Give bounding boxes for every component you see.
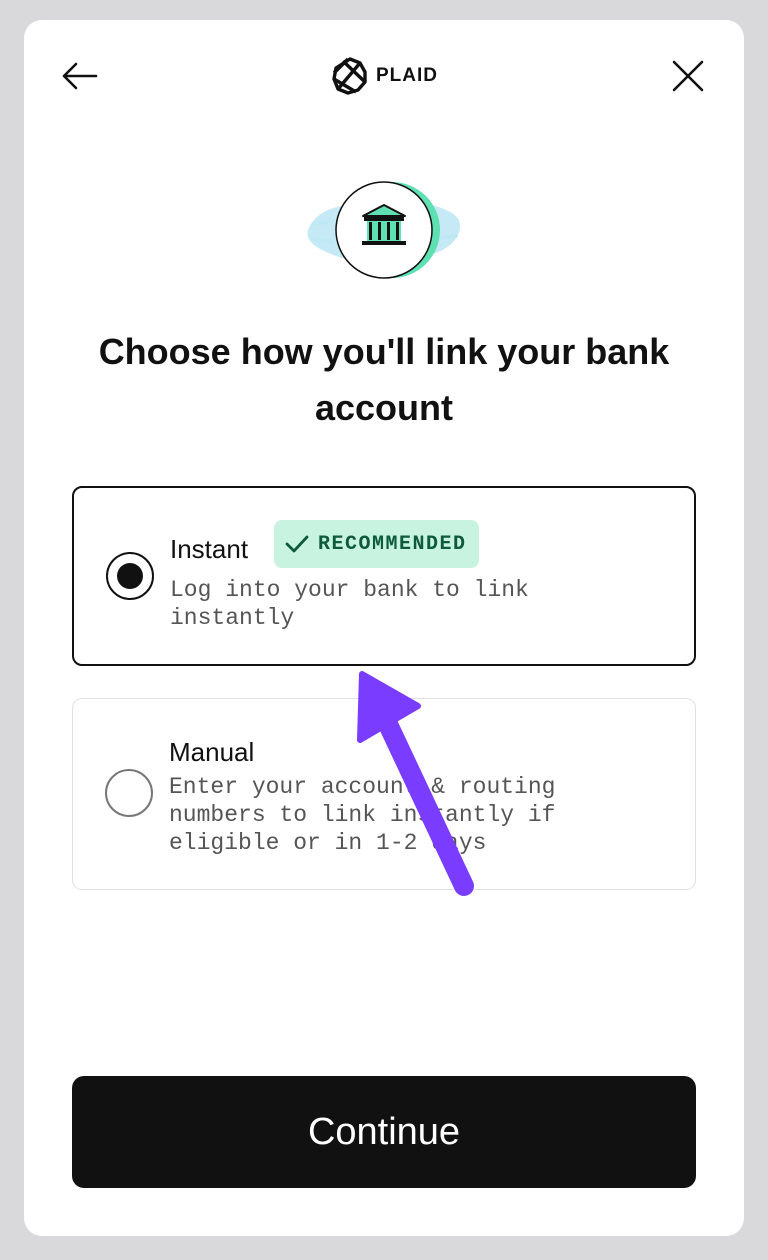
radio-manual-unselected[interactable] [105,769,153,817]
option-manual-title: Manual [169,737,255,767]
logo-text: PLAID [376,65,438,86]
close-button[interactable] [666,54,710,98]
continue-button[interactable]: Continue [72,1076,696,1188]
recommended-badge: RECOMMENDED [274,520,479,568]
option-manual[interactable]: Manual Enter your account & routing numb… [72,698,696,890]
check-icon [285,535,309,553]
close-icon [672,60,704,92]
plaid-logo: PLAID [330,56,438,96]
option-instant-description: Log into your bank to link instantly [170,577,529,631]
link-modal: PLAID Choose how you'll link your bank a… [24,20,744,1236]
back-button[interactable] [58,54,102,98]
option-instant[interactable]: Instant RECOMMENDED Log into your bank t… [72,486,696,666]
bank-illustration [302,178,466,282]
option-manual-description: Enter your account & routing numbers to … [169,774,556,856]
page-title: Choose how you'll link your bank account [98,331,670,428]
plaid-logo-icon [332,57,367,95]
radio-instant-selected[interactable] [106,552,154,600]
badge-label: RECOMMENDED [318,532,467,556]
arrow-left-icon [62,62,98,90]
option-instant-title: Instant [170,534,249,564]
